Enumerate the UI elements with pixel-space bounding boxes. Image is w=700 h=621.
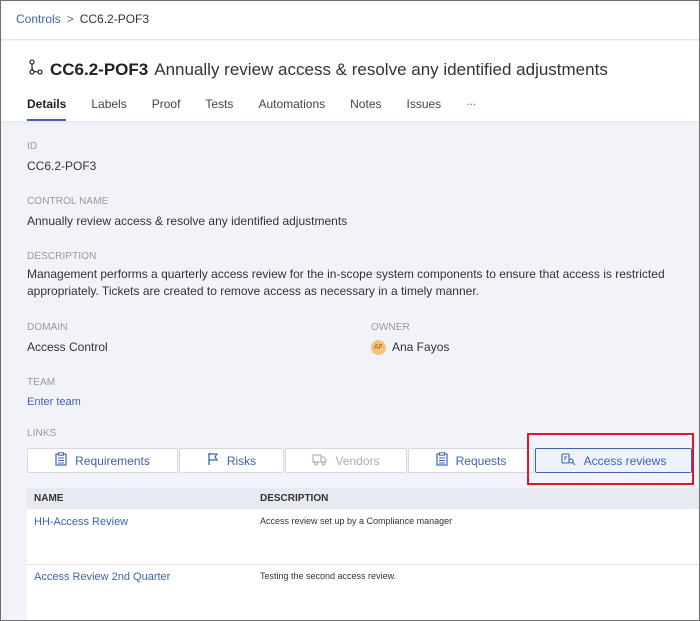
description-value: Management performs a quarterly access r… <box>27 266 677 300</box>
review-name-link[interactable]: Access Review 2nd Quarter <box>27 571 254 621</box>
description-line-1: Management performs a quarterly access r… <box>27 267 665 281</box>
table-row[interactable]: HH-Access Review Access review set up by… <box>27 509 700 565</box>
id-field: ID CC6.2-POF3 <box>27 141 96 175</box>
review-name-link[interactable]: HH-Access Review <box>27 516 254 564</box>
id-value: CC6.2-POF3 <box>27 159 97 173</box>
control-name-field: CONTROL NAME Annually review access & re… <box>27 196 347 230</box>
review-description: Access review set up by a Compliance man… <box>260 516 453 526</box>
access-reviews-table: NAME DESCRIPTION HH-Access Review Access… <box>27 488 700 621</box>
risks-button[interactable]: Risks <box>179 448 284 473</box>
control-name-value: Annually review access & resolve any ide… <box>27 214 348 228</box>
details-panel: ID CC6.2-POF3 CONTROL NAME Annually revi… <box>0 121 700 621</box>
links-field: LINKS <box>27 428 56 439</box>
id-label: ID <box>27 141 38 152</box>
team-field: TEAM Enter team <box>27 377 81 411</box>
flag-icon <box>207 452 219 469</box>
column-header-name: NAME <box>34 493 64 504</box>
description-line-2: appropriately. Tickets are created to re… <box>27 284 479 298</box>
breadcrumb-controls-link[interactable]: Controls <box>16 12 61 26</box>
tab-notes[interactable]: Notes <box>350 97 381 121</box>
vendors-label: Vendors <box>335 453 380 468</box>
tab-labels[interactable]: Labels <box>91 97 126 121</box>
tab-more[interactable]: ... <box>466 94 476 121</box>
description-field: DESCRIPTION Management performs a quarte… <box>27 251 677 300</box>
top-bar: Controls > CC6.2-POF3 <box>0 0 700 40</box>
requests-button[interactable]: Requests <box>408 448 534 473</box>
tab-tests[interactable]: Tests <box>205 97 233 121</box>
breadcrumb-current: CC6.2-POF3 <box>79 12 150 26</box>
links-label: LINKS <box>27 428 57 439</box>
control-hierarchy-icon <box>28 59 44 80</box>
control-name-title: Annually review access & resolve any ide… <box>154 59 608 79</box>
vendors-button[interactable]: Vendors <box>285 448 407 473</box>
breadcrumb-separator: > <box>66 12 74 26</box>
domain-value: Access Control <box>27 340 108 354</box>
team-label: TEAM <box>27 377 56 388</box>
tab-issues[interactable]: Issues <box>407 97 442 121</box>
description-label: DESCRIPTION <box>27 251 97 262</box>
risks-label: Risks <box>226 453 257 468</box>
control-name-label: CONTROL NAME <box>27 196 109 207</box>
column-header-description: DESCRIPTION <box>260 493 329 504</box>
owner-label: OWNER <box>371 322 410 333</box>
requirements-label: Requirements <box>75 453 150 468</box>
clipboard-icon <box>436 452 448 469</box>
breadcrumb: Controls > CC6.2-POF3 <box>16 12 149 26</box>
table-row[interactable]: Access Review 2nd Quarter Testing the se… <box>27 565 700 621</box>
domain-field: DOMAIN Access Control <box>27 322 108 356</box>
tab-proof[interactable]: Proof <box>152 97 181 121</box>
table-header: NAME DESCRIPTION <box>27 488 700 509</box>
truck-icon <box>312 453 328 469</box>
owner-value[interactable]: AF Ana Fayos <box>371 339 449 356</box>
annotation-highlight-box <box>527 433 694 485</box>
enter-team-link[interactable]: Enter team <box>27 394 81 411</box>
avatar: AF <box>371 340 386 355</box>
tab-automations[interactable]: Automations <box>258 97 325 121</box>
page-header: CC6.2-POF3 Annually review access & reso… <box>0 41 700 121</box>
requests-label: Requests <box>455 453 507 468</box>
owner-name: Ana Fayos <box>392 340 450 354</box>
tab-details[interactable]: Details <box>27 97 67 121</box>
review-description: Testing the second access review. <box>260 571 397 581</box>
clipboard-icon <box>55 452 67 469</box>
page-title: CC6.2-POF3 Annually review access & reso… <box>28 59 608 80</box>
tab-bar: Details Labels Proof Tests Automations N… <box>27 94 501 121</box>
control-id-title: CC6.2-POF3 <box>50 59 149 79</box>
domain-label: DOMAIN <box>27 322 68 333</box>
requirements-button[interactable]: Requirements <box>27 448 178 473</box>
owner-field: OWNER AF Ana Fayos <box>371 322 449 356</box>
